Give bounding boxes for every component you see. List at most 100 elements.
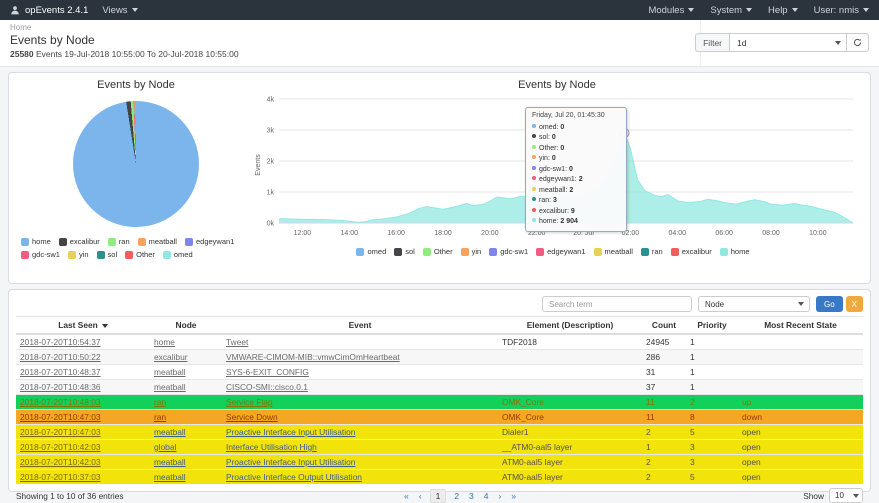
legend-item-meatball[interactable]: meatball xyxy=(138,235,177,248)
legend-item-ran[interactable]: ran xyxy=(108,235,130,248)
app-brand[interactable]: opEvents 2.4.1 xyxy=(25,5,88,16)
nav-menu-views[interactable]: Views xyxy=(102,5,137,16)
legend-item-gdc-sw1[interactable]: gdc-sw1 xyxy=(489,245,528,258)
refresh-button[interactable] xyxy=(847,33,869,52)
clear-search-button[interactable]: X xyxy=(846,296,863,312)
nav-menu-system[interactable]: System xyxy=(710,5,752,16)
table-row[interactable]: 2018-07-20T10:48:03ranService FlapOMK_Co… xyxy=(16,395,863,410)
event-link[interactable]: VMWARE-CIMOM-MIB::vmwCimOmHeartbeat xyxy=(226,352,400,362)
last-seen-link[interactable]: 2018-07-20T10:50:22 xyxy=(20,352,101,362)
table-row[interactable]: 2018-07-20T10:42:03 meatball Proactive Int… xyxy=(16,455,863,470)
last-seen-link[interactable]: 2018-07-20T10:42:03 xyxy=(20,442,101,452)
events-pie-chart[interactable] xyxy=(73,101,199,227)
cell-state: open xyxy=(738,470,863,485)
table-row[interactable]: 2018-07-20T10:47:03ranService DownOMK_Co… xyxy=(16,410,863,425)
legend-item-ran[interactable]: ran xyxy=(641,245,663,258)
nav-menu-user-nmis[interactable]: User: nmis xyxy=(814,5,869,16)
node-link[interactable]: meatball xyxy=(154,367,186,377)
table-row[interactable]: 2018-07-20T10:47:03 meatball Proactive Int… xyxy=(16,425,863,440)
table-row[interactable]: 2018-07-20T10:54:37homeTweetTDF201824945… xyxy=(16,334,863,350)
event-link[interactable]: SYS-6-EXIT_CONFIG xyxy=(226,367,309,377)
tooltip-series-value: 0 xyxy=(552,134,556,141)
event-link[interactable]: CISCO-SMI::cisco.0.1 xyxy=(226,382,308,392)
pagination-nav[interactable]: » xyxy=(511,491,516,501)
event-link[interactable]: Proactive Interface Output Utilisation xyxy=(226,472,362,482)
breadcrumb[interactable]: Home xyxy=(10,23,31,32)
column-header-last-seen[interactable]: Last Seen xyxy=(16,317,150,335)
x-tick-label: 04:00 xyxy=(669,230,687,237)
legend-item-home[interactable]: home xyxy=(720,245,750,258)
last-seen-link[interactable]: 2018-07-20T10:48:03 xyxy=(20,397,101,407)
tooltip-series-value: 0 xyxy=(552,155,556,162)
legend-item-home[interactable]: home xyxy=(21,235,51,248)
column-header-count[interactable]: Count xyxy=(642,317,686,335)
pagination-page-2[interactable]: 2 xyxy=(454,491,459,501)
legend-item-meatball[interactable]: meatball xyxy=(594,245,633,258)
event-link[interactable]: Tweet xyxy=(226,337,248,347)
go-button[interactable]: Go xyxy=(816,296,843,312)
page-size-select[interactable]: 10 xyxy=(829,488,863,503)
legend-item-edgeywan1[interactable]: edgeywan1 xyxy=(536,245,585,258)
event-link[interactable]: Service Down xyxy=(226,412,278,422)
pagination-nav[interactable]: › xyxy=(499,491,502,501)
nav-menu-help[interactable]: Help xyxy=(768,5,798,16)
cell-priority: 1 xyxy=(686,380,738,395)
table-row[interactable]: 2018-07-20T10:42:03 global Interface Utili… xyxy=(16,440,863,455)
node-link[interactable]: meatball xyxy=(154,457,186,467)
legend-item-omed[interactable]: omed xyxy=(356,245,386,258)
pagination-page-1[interactable]: 1 xyxy=(430,489,447,503)
pagination-nav[interactable]: ‹ xyxy=(419,491,422,501)
legend-item-excalibur[interactable]: excalibur xyxy=(59,235,100,248)
legend-item-omed[interactable]: omed xyxy=(163,248,193,261)
pagination-nav[interactable]: « xyxy=(404,491,409,501)
pagination-page-4[interactable]: 4 xyxy=(484,491,489,501)
event-link[interactable]: Proactive Interface Input Utilisation xyxy=(226,457,355,467)
table-row[interactable]: 2018-07-20T10:50:22 excalibur VMWARE-CIMOM… xyxy=(16,350,863,365)
column-header-priority[interactable]: Priority xyxy=(686,317,738,335)
event-link[interactable]: Service Flap xyxy=(226,397,273,407)
column-header-most-recent-state[interactable]: Most Recent State xyxy=(738,317,863,335)
legend-item-sol[interactable]: sol xyxy=(97,248,118,261)
node-link[interactable]: meatball xyxy=(154,427,186,437)
last-seen-link[interactable]: 2018-07-20T10:48:36 xyxy=(20,382,101,392)
last-seen-link[interactable]: 2018-07-20T10:48:37 xyxy=(20,367,101,377)
chevron-down-icon xyxy=(835,41,841,45)
column-header-event[interactable]: Event xyxy=(222,317,498,335)
search-field-select[interactable]: Node xyxy=(698,296,810,312)
table-row[interactable]: 2018-07-20T10:37:03 meatball Proactive Int… xyxy=(16,470,863,485)
node-link[interactable]: meatball xyxy=(154,472,186,482)
legend-item-Other[interactable]: Other xyxy=(125,248,155,261)
legend-item-Other[interactable]: Other xyxy=(423,245,453,258)
pagination-page-3[interactable]: 3 xyxy=(469,491,474,501)
node-link[interactable]: home xyxy=(154,337,175,347)
nav-menu-modules[interactable]: Modules xyxy=(648,5,694,16)
filter-period-select[interactable]: 1d xyxy=(729,33,847,52)
event-link[interactable]: Interface Utilisation High xyxy=(226,442,317,452)
legend-item-yin[interactable]: yin xyxy=(461,245,482,258)
tooltip-series-name: edgeywan1: xyxy=(539,176,579,183)
legend-item-excalibur[interactable]: excalibur xyxy=(671,245,712,258)
table-row[interactable]: 2018-07-20T10:48:36 meatball CISCO-SMI::ci… xyxy=(16,380,863,395)
event-link[interactable]: Proactive Interface Input Utilisation xyxy=(226,427,355,437)
area-chart[interactable]: 0k1k2k3k4kEvents12:0014:0016:0018:0020:0… xyxy=(253,95,861,241)
legend-item-sol[interactable]: sol xyxy=(394,245,415,258)
last-seen-link[interactable]: 2018-07-20T10:47:03 xyxy=(20,427,101,437)
last-seen-link[interactable]: 2018-07-20T10:37:03 xyxy=(20,472,101,482)
node-link[interactable]: excalibur xyxy=(154,352,188,362)
node-link[interactable]: global xyxy=(154,442,176,452)
node-link[interactable]: ran xyxy=(154,412,166,422)
area-legend: omedsol Other yin gdc-sw1 edgeywan1 meatball r… xyxy=(253,245,861,258)
last-seen-link[interactable]: 2018-07-20T10:54:37 xyxy=(20,337,101,347)
node-link[interactable]: meatball xyxy=(154,382,186,392)
legend-swatch xyxy=(97,251,105,259)
legend-item-edgeywan1[interactable]: edgeywan1 xyxy=(185,235,234,248)
column-header-element-description-[interactable]: Element (Description) xyxy=(498,317,642,335)
legend-item-gdc-sw1[interactable]: gdc-sw1 xyxy=(21,248,60,261)
last-seen-link[interactable]: 2018-07-20T10:42:03 xyxy=(20,457,101,467)
legend-item-yin[interactable]: yin xyxy=(68,248,89,261)
search-input[interactable] xyxy=(542,296,692,312)
last-seen-link[interactable]: 2018-07-20T10:47:03 xyxy=(20,412,101,422)
column-header-node[interactable]: Node xyxy=(150,317,222,335)
table-row[interactable]: 2018-07-20T10:48:37 meatball SYS-6-EXIT_CO… xyxy=(16,365,863,380)
node-link[interactable]: ran xyxy=(154,397,166,407)
